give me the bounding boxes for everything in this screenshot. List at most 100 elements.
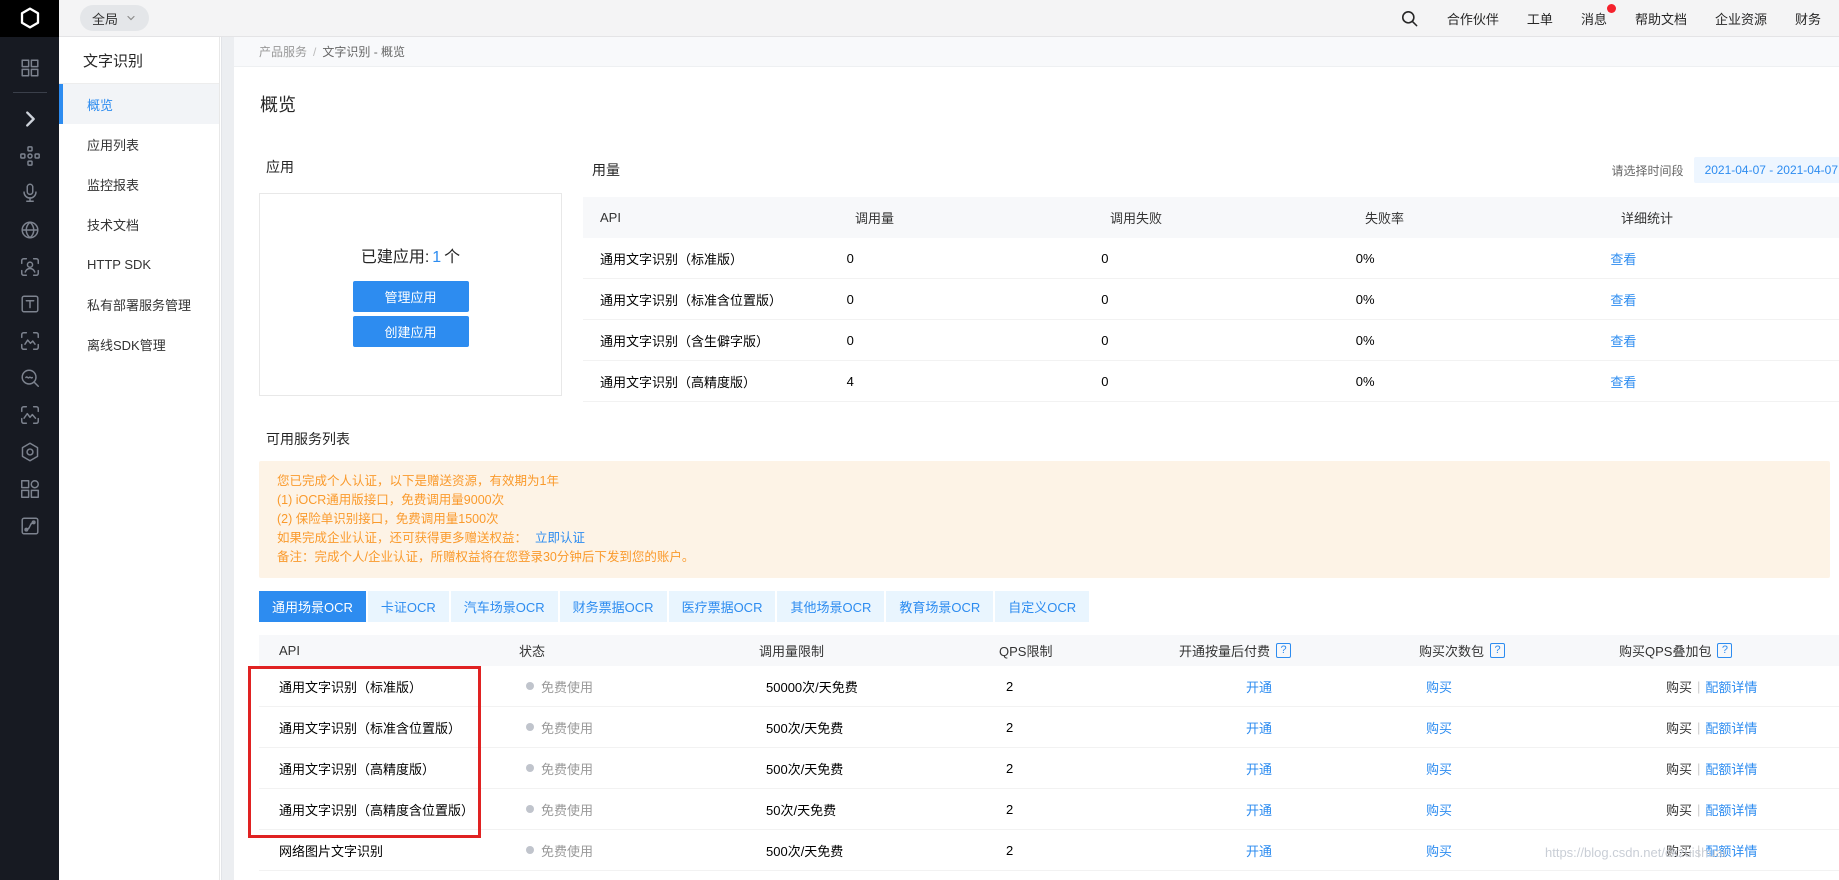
topnav-item[interactable]: 帮助文档 xyxy=(1635,9,1687,28)
chevron-right-icon[interactable] xyxy=(0,100,59,137)
sidebar-item[interactable]: HTTP SDK xyxy=(59,244,219,284)
topbar-right: 合作伙伴 工单 消息 帮助文档 xyxy=(1400,9,1839,28)
ocr-tab[interactable]: 通用场景OCR xyxy=(259,591,366,622)
image-detect-icon[interactable] xyxy=(0,396,59,433)
open-postpaid-link[interactable]: 开通 xyxy=(1246,800,1272,819)
view-stats-link[interactable]: 查看 xyxy=(1610,252,1636,267)
quota-details-link[interactable]: 配额详情 xyxy=(1705,759,1757,778)
scope-label: 全局 xyxy=(92,9,118,28)
view-stats-link[interactable]: 查看 xyxy=(1610,293,1636,308)
buy-package-link[interactable]: 购买 xyxy=(1426,800,1452,819)
hexagon-tech-icon[interactable] xyxy=(0,433,59,470)
service-api-name: 通用文字识别（高精度版） xyxy=(259,759,506,778)
buy-package-link[interactable]: 购买 xyxy=(1426,677,1452,696)
open-postpaid-link[interactable]: 开通 xyxy=(1246,841,1272,860)
topnav-item[interactable]: 工单 xyxy=(1527,9,1553,28)
breadcrumb: 产品服务 / 文字识别 - 概览 xyxy=(234,37,1839,67)
ocr-tab[interactable]: 教育场景OCR xyxy=(886,591,993,622)
view-stats-link[interactable]: 查看 xyxy=(1610,375,1636,390)
ocr-tab[interactable]: 卡证OCR xyxy=(368,591,449,622)
sidebar-item[interactable]: 私有部署服务管理 xyxy=(59,284,219,324)
services-column-header: 开通按量后付费 ? xyxy=(1159,641,1399,660)
ocr-tab[interactable]: 其他场景OCR xyxy=(777,591,884,622)
text-recognition-icon[interactable] xyxy=(0,285,59,322)
topnav-item[interactable]: 消息 xyxy=(1581,9,1607,28)
breadcrumb-parent[interactable]: 产品服务 xyxy=(259,43,307,60)
cloud-logo[interactable] xyxy=(0,0,59,37)
notice-line: (2) 保险单识别接口，免费调用量1500次 xyxy=(277,510,1812,529)
buy-package-link[interactable]: 购买 xyxy=(1426,759,1452,778)
ocr-tab[interactable]: 医疗票据OCR xyxy=(669,591,776,622)
create-app-button[interactable]: 创建应用 xyxy=(353,316,469,347)
person-scan-icon[interactable] xyxy=(0,248,59,285)
notice-cert-line: 如果完成企业认证，还可获得更多赠送权益：立即认证 xyxy=(277,529,1812,548)
open-postpaid-link[interactable]: 开通 xyxy=(1246,759,1272,778)
buy-qps-link[interactable]: 购买 xyxy=(1666,718,1692,737)
scope-selector[interactable]: 全局 xyxy=(80,5,149,31)
globe-icon[interactable] xyxy=(0,211,59,248)
buy-package-link[interactable]: 购买 xyxy=(1426,841,1452,860)
sidebar-title: 文字识别 xyxy=(59,37,219,84)
help-icon[interactable]: ? xyxy=(1717,643,1732,658)
usage-column-header: 调用量 xyxy=(838,208,1093,227)
open-postpaid-link[interactable]: 开通 xyxy=(1246,677,1272,696)
workflow-icon[interactable] xyxy=(0,137,59,174)
ocr-tab[interactable]: 财务票据OCR xyxy=(560,591,667,622)
sidebar-item[interactable]: 概览 xyxy=(59,84,219,124)
help-icon[interactable]: ? xyxy=(1276,643,1291,658)
content-search-icon[interactable] xyxy=(0,359,59,396)
table-row: 办公文档识别 免费使用 剩余免费1000次 2 开通 购买 购买 | xyxy=(259,871,1839,880)
sidebar-item[interactable]: 应用列表 xyxy=(59,124,219,164)
ocr-tabs: 通用场景OCR 卡证OCR 汽车场景OCR 财务票据OCR xyxy=(259,591,1839,622)
components-icon[interactable] xyxy=(0,470,59,507)
status-badge: 免费使用 xyxy=(541,718,593,737)
certify-now-link[interactable]: 立即认证 xyxy=(535,531,585,545)
usage-table-header: API调用量调用失败失败率详细统计 xyxy=(583,197,1839,238)
search-icon[interactable] xyxy=(1400,9,1419,28)
sidebar-item[interactable]: 离线SDK管理 xyxy=(59,324,219,364)
buy-qps-link[interactable]: 购买 xyxy=(1666,677,1692,696)
topnav-item[interactable]: 合作伙伴 xyxy=(1447,9,1499,28)
ocr-tab[interactable]: 自定义OCR xyxy=(995,591,1089,622)
usage-table: API调用量调用失败失败率详细统计 通用文字识别（标准版） 0 0 0% 查看 xyxy=(583,197,1839,402)
sidebar-item[interactable]: 技术文档 xyxy=(59,204,219,244)
console-page: 全局 合作伙伴 工单 xyxy=(0,0,1839,880)
date-range-picker[interactable]: 2021-04-07 - 2021-04-07 xyxy=(1694,157,1839,183)
image-scan-icon[interactable] xyxy=(0,322,59,359)
apps-grid-icon[interactable] xyxy=(0,49,59,86)
topnav-item[interactable]: 企业资源 xyxy=(1715,9,1767,28)
usage-calls: 0 xyxy=(830,333,1085,348)
app-section-label: 应用 xyxy=(259,157,562,177)
usage-api-name: 通用文字识别（标准含位置版） xyxy=(583,290,830,309)
buy-qps-link[interactable]: 购买 xyxy=(1666,800,1692,819)
qps-limit: 2 xyxy=(986,802,1226,817)
usage-calls: 4 xyxy=(830,374,1085,389)
topbar: 全局 合作伙伴 工单 xyxy=(0,0,1839,37)
buy-package-link[interactable]: 购买 xyxy=(1426,718,1452,737)
open-postpaid-link[interactable]: 开通 xyxy=(1246,718,1272,737)
topnav-item[interactable]: 财务 xyxy=(1795,9,1821,28)
status-badge: 免费使用 xyxy=(541,677,593,696)
view-stats-link[interactable]: 查看 xyxy=(1610,334,1636,349)
status-badge: 免费使用 xyxy=(541,759,593,778)
usage-section-label: 用量 xyxy=(583,160,620,180)
topnav: 合作伙伴 工单 消息 帮助文档 xyxy=(1447,9,1821,28)
table-row: 通用文字识别（含生僻字版） 0 0 0% 查看 xyxy=(583,320,1839,361)
notice-lines: 您已完成个人认证，以下是赠送资源，有效期为1年(1) iOCR通用版接口，免费调… xyxy=(277,472,1812,529)
microphone-icon[interactable] xyxy=(0,174,59,211)
quota-details-link[interactable]: 配额详情 xyxy=(1705,800,1757,819)
quota-details-link[interactable]: 配额详情 xyxy=(1705,718,1757,737)
sidebar-item[interactable]: 监控报表 xyxy=(59,164,219,204)
scrollbar[interactable] xyxy=(221,37,234,880)
usage-column-header: 失败率 xyxy=(1348,208,1604,227)
ocr-tab[interactable]: 汽车场景OCR xyxy=(451,591,558,622)
notice-line: 您已完成个人认证，以下是赠送资源，有效期为1年 xyxy=(277,472,1812,491)
usage-api-name: 通用文字识别（标准版） xyxy=(583,249,830,268)
service-api-name: 通用文字识别（标准含位置版） xyxy=(259,718,506,737)
manage-app-button[interactable]: 管理应用 xyxy=(353,281,469,312)
buy-qps-link[interactable]: 购买 xyxy=(1666,759,1692,778)
help-icon[interactable]: ? xyxy=(1490,643,1505,658)
route-map-icon[interactable] xyxy=(0,507,59,544)
usage-fails: 0 xyxy=(1084,333,1339,348)
quota-details-link[interactable]: 配额详情 xyxy=(1705,677,1757,696)
